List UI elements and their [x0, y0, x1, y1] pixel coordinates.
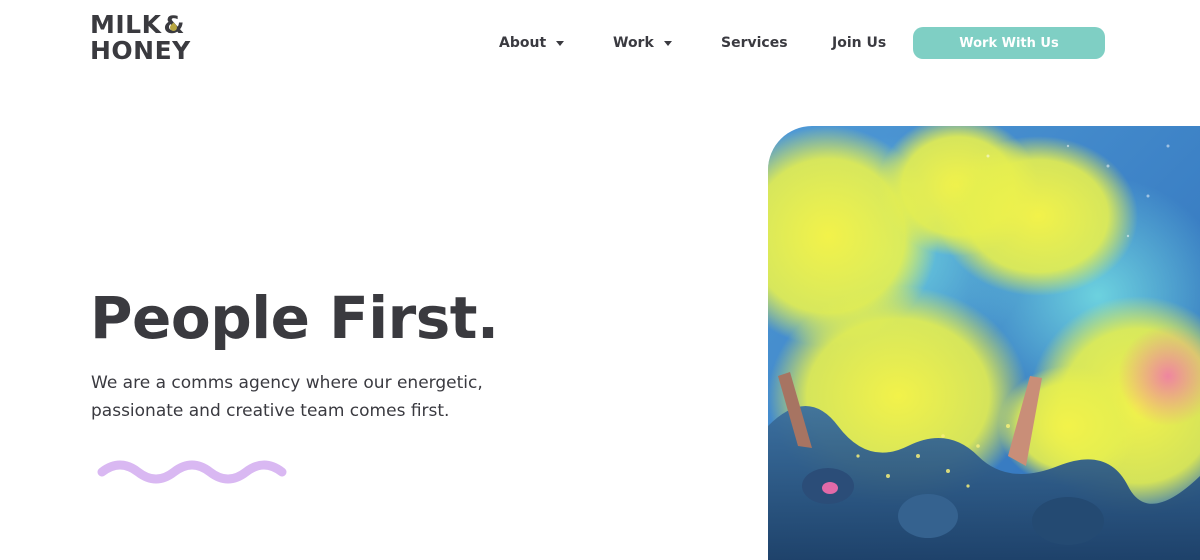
hero-image	[768, 126, 1200, 560]
chevron-down-icon	[663, 40, 672, 46]
nav-label: Work	[613, 35, 654, 51]
logo[interactable]: MILK & HONEY	[90, 12, 191, 64]
hero-title: People First.	[90, 284, 499, 352]
nav-label: Services	[721, 35, 788, 51]
logo-line-1: MILK &	[90, 10, 191, 39]
logo-text-milk: MILK	[90, 10, 162, 39]
nav-item-about[interactable]: About	[499, 27, 565, 59]
logo-ampersand: &	[163, 12, 184, 38]
work-with-us-button[interactable]: Work With Us	[913, 27, 1105, 59]
chevron-down-icon	[556, 40, 565, 46]
logo-text-honey: HONEY	[90, 36, 191, 65]
logo-line-2: HONEY	[90, 38, 191, 64]
nav-label: About	[499, 35, 547, 51]
nav-label: Join Us	[832, 35, 887, 51]
decorative-wave	[97, 460, 287, 484]
nav-item-services[interactable]: Services	[721, 27, 788, 59]
page: MILK & HONEY About Work Services Join Us…	[0, 0, 1200, 560]
nav-item-work[interactable]: Work	[613, 27, 672, 59]
hero-subtitle: We are a comms agency where our energeti…	[91, 373, 483, 421]
nav-item-join-us[interactable]: Join Us	[832, 27, 886, 59]
